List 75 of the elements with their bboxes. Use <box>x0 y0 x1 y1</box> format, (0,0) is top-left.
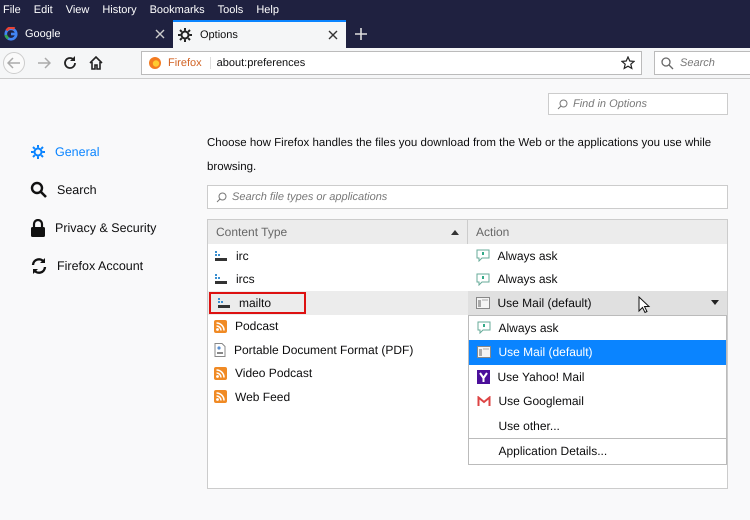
column-header[interactable]: Action <box>467 220 727 244</box>
caret-icon <box>711 300 719 306</box>
speech-bubble-icon <box>476 321 490 334</box>
protocol-icon <box>214 273 228 286</box>
menu-option[interactable]: Use Googlemail <box>468 389 726 414</box>
menu-item[interactable]: Edit <box>34 4 53 16</box>
content-type-cell: ircs <box>236 272 255 286</box>
speech-bubble-icon <box>476 249 490 262</box>
menu-option[interactable]: Use Mail (default) <box>468 340 726 364</box>
back-arrow-icon <box>7 57 21 69</box>
search-icon <box>661 56 674 70</box>
url-text: about:preferences <box>216 57 306 69</box>
sort-arrow-icon <box>451 230 459 234</box>
action-cell-text: Always ask <box>498 272 559 286</box>
content-type-cell: Web Feed <box>235 390 290 404</box>
tab-title: Options <box>200 29 239 41</box>
window-icon <box>476 346 490 358</box>
protocol-icon <box>214 250 228 262</box>
sync-icon <box>30 257 48 275</box>
content-type-cell: irc <box>236 248 249 263</box>
search-icon <box>557 98 568 110</box>
feed-icon <box>214 320 227 333</box>
yahoo-letter-icon <box>476 370 490 384</box>
menu-item[interactable]: Bookmarks <box>150 4 205 16</box>
back-button[interactable] <box>3 52 25 74</box>
search-icon <box>216 192 227 202</box>
content-type-cell: Podcast <box>235 319 278 334</box>
menu-item[interactable]: Help <box>256 4 279 16</box>
identity-label: Firefox <box>168 57 211 69</box>
close-icon <box>328 30 338 40</box>
window-icon <box>476 296 490 309</box>
action-cell-text: Always ask <box>498 248 559 263</box>
description-text: Choose how Firefox handles the files you download from the Web or the applications you use while browsing. <box>207 136 712 175</box>
address-bar[interactable]: Firefox about:preferences <box>141 51 642 75</box>
content-type-cell: Video Podcast <box>235 366 312 380</box>
menu-item[interactable]: History <box>102 4 137 16</box>
reload-icon <box>63 56 77 70</box>
sidebar-item[interactable]: Search <box>30 179 207 201</box>
search-icon <box>30 181 48 199</box>
document-icon <box>214 342 226 357</box>
menu-option[interactable]: Use other... <box>468 414 726 438</box>
search-field[interactable]: Search file types or applications <box>207 185 728 209</box>
mouse-pointer-icon <box>638 296 650 314</box>
menu-option[interactable]: Application Details... <box>468 438 726 464</box>
forward-arrow-icon <box>37 57 51 69</box>
menu-item[interactable]: View <box>66 4 90 16</box>
menu-item[interactable]: Tools <box>218 4 244 16</box>
search-field[interactable]: Search <box>654 51 750 75</box>
column-header[interactable]: Content Type <box>208 220 467 244</box>
plus-icon <box>354 27 368 41</box>
protocol-icon <box>217 296 231 309</box>
home-icon <box>89 56 103 70</box>
flame-circle-icon <box>148 56 162 70</box>
content-type-cell: mailto <box>239 296 272 310</box>
star-icon <box>621 56 635 70</box>
menu-item[interactable]: File <box>3 4 21 16</box>
gear-icon <box>30 144 46 160</box>
sidebar-item[interactable]: Privacy & Security <box>30 217 207 239</box>
lock-icon <box>30 219 46 237</box>
feed-icon <box>214 390 227 404</box>
google-icon <box>4 27 18 41</box>
gear-icon <box>177 27 193 43</box>
envelope-m-icon <box>476 396 490 407</box>
menu-option[interactable]: Always ask <box>468 316 726 340</box>
content-type-cell: Portable Document Format (PDF) <box>234 342 414 357</box>
sidebar-item[interactable]: Firefox Account <box>30 255 207 277</box>
menu-option[interactable]: Use Yahoo! Mail <box>468 364 726 389</box>
action-dropdown[interactable]: Use Mail (default) <box>468 291 727 314</box>
close-icon <box>155 29 165 39</box>
browser-tab[interactable]: Options <box>173 20 346 48</box>
browser-tab[interactable]: Google <box>0 20 173 48</box>
tab-title: Google <box>25 28 62 40</box>
speech-bubble-icon <box>476 272 490 286</box>
feed-icon <box>214 366 227 380</box>
find-field[interactable]: Find in Options <box>548 93 728 115</box>
